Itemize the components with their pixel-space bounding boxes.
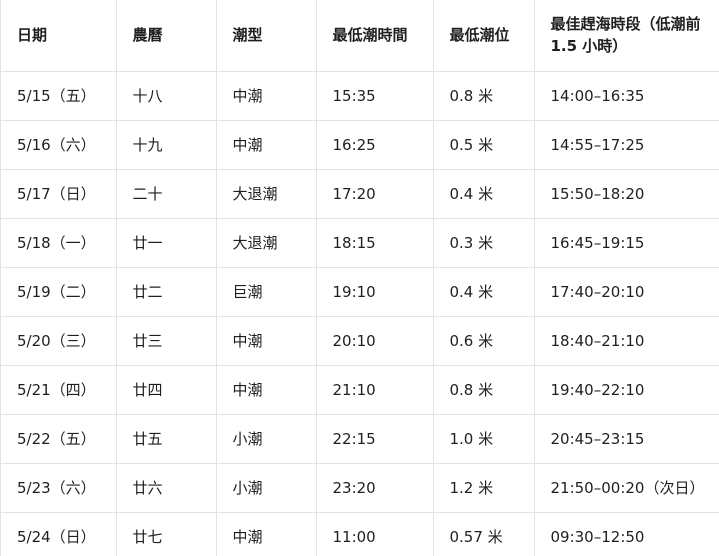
cell-date: 5/22（五） [1,414,117,464]
cell-best-window: 16:45–19:15 [534,218,719,268]
cell-lunar-date: 廿四 [116,365,217,415]
cell-date: 5/23（六） [1,463,117,513]
cell-best-window: 15:50–18:20 [534,169,719,219]
cell-tide-type: 中潮 [216,120,317,170]
cell-date: 5/16（六） [1,120,117,170]
cell-lunar-date: 二十 [116,169,217,219]
table-body: 5/15（五） 十八 中潮 15:35 0.8 米 14:00–16:35 5/… [1,71,719,556]
cell-low-tide-time: 22:15 [316,414,434,464]
cell-date: 5/17（日） [1,169,117,219]
cell-best-window: 18:40–21:10 [534,316,719,366]
cell-date: 5/21（四） [1,365,117,415]
table-row: 5/17（日） 二十 大退潮 17:20 0.4 米 15:50–18:20 [1,169,719,219]
cell-best-window: 17:40–20:10 [534,267,719,317]
cell-best-window: 19:40–22:10 [534,365,719,415]
cell-tide-type: 小潮 [216,463,317,513]
header-lunar-date: 農曆 [116,0,217,72]
header-best-window: 最佳趕海時段（低潮前 1.5 小時） [534,0,719,72]
cell-low-tide-level: 0.6 米 [433,316,535,366]
cell-date: 5/20（三） [1,316,117,366]
cell-best-window: 14:00–16:35 [534,71,719,121]
cell-lunar-date: 十九 [116,120,217,170]
cell-low-tide-level: 0.8 米 [433,365,535,415]
table-row: 5/19（二） 廿二 巨潮 19:10 0.4 米 17:40–20:10 [1,267,719,317]
cell-tide-type: 巨潮 [216,267,317,317]
cell-date: 5/24（日） [1,512,117,556]
cell-tide-type: 小潮 [216,414,317,464]
tide-table-container: 日期 農曆 潮型 最低潮時間 最低潮位 最佳趕海時段（低潮前 1.5 小時） 5… [0,0,719,556]
cell-date: 5/18（一） [1,218,117,268]
cell-low-tide-time: 18:15 [316,218,434,268]
table-row: 5/21（四） 廿四 中潮 21:10 0.8 米 19:40–22:10 [1,365,719,415]
table-row: 5/23（六） 廿六 小潮 23:20 1.2 米 21:50–00:20（次日… [1,463,719,513]
cell-lunar-date: 廿三 [116,316,217,366]
header-tide-type: 潮型 [216,0,317,72]
header-low-tide-level: 最低潮位 [433,0,535,72]
cell-low-tide-level: 1.2 米 [433,463,535,513]
cell-date: 5/19（二） [1,267,117,317]
cell-low-tide-time: 20:10 [316,316,434,366]
cell-low-tide-level: 0.5 米 [433,120,535,170]
cell-low-tide-level: 0.4 米 [433,169,535,219]
table-row: 5/16（六） 十九 中潮 16:25 0.5 米 14:55–17:25 [1,120,719,170]
cell-lunar-date: 廿六 [116,463,217,513]
cell-lunar-date: 十八 [116,71,217,121]
table-row: 5/20（三） 廿三 中潮 20:10 0.6 米 18:40–21:10 [1,316,719,366]
header-row: 日期 農曆 潮型 最低潮時間 最低潮位 最佳趕海時段（低潮前 1.5 小時） [1,0,719,72]
cell-lunar-date: 廿七 [116,512,217,556]
cell-low-tide-time: 11:00 [316,512,434,556]
cell-low-tide-time: 19:10 [316,267,434,317]
cell-low-tide-level: 1.0 米 [433,414,535,464]
table-row: 5/18（一） 廿一 大退潮 18:15 0.3 米 16:45–19:15 [1,218,719,268]
cell-tide-type: 中潮 [216,316,317,366]
cell-tide-type: 中潮 [216,71,317,121]
cell-low-tide-level: 0.3 米 [433,218,535,268]
cell-date: 5/15（五） [1,71,117,121]
cell-best-window: 20:45–23:15 [534,414,719,464]
cell-lunar-date: 廿二 [116,267,217,317]
cell-lunar-date: 廿五 [116,414,217,464]
cell-tide-type: 中潮 [216,365,317,415]
table-row: 5/15（五） 十八 中潮 15:35 0.8 米 14:00–16:35 [1,71,719,121]
cell-tide-type: 大退潮 [216,218,317,268]
table-header: 日期 農曆 潮型 最低潮時間 最低潮位 最佳趕海時段（低潮前 1.5 小時） [1,0,719,72]
cell-lunar-date: 廿一 [116,218,217,268]
cell-low-tide-time: 16:25 [316,120,434,170]
cell-low-tide-level: 0.4 米 [433,267,535,317]
cell-tide-type: 大退潮 [216,169,317,219]
cell-low-tide-time: 23:20 [316,463,434,513]
cell-best-window: 14:55–17:25 [534,120,719,170]
header-date: 日期 [1,0,117,72]
tide-table: 日期 農曆 潮型 最低潮時間 最低潮位 最佳趕海時段（低潮前 1.5 小時） 5… [1,0,719,556]
cell-low-tide-level: 0.57 米 [433,512,535,556]
table-row: 5/22（五） 廿五 小潮 22:15 1.0 米 20:45–23:15 [1,414,719,464]
header-low-tide-time: 最低潮時間 [316,0,434,72]
table-row: 5/24（日） 廿七 中潮 11:00 0.57 米 09:30–12:50 [1,512,719,556]
cell-low-tide-time: 15:35 [316,71,434,121]
cell-best-window: 21:50–00:20（次日） [534,463,719,513]
cell-low-tide-level: 0.8 米 [433,71,535,121]
cell-low-tide-time: 21:10 [316,365,434,415]
cell-tide-type: 中潮 [216,512,317,556]
cell-low-tide-time: 17:20 [316,169,434,219]
cell-best-window: 09:30–12:50 [534,512,719,556]
